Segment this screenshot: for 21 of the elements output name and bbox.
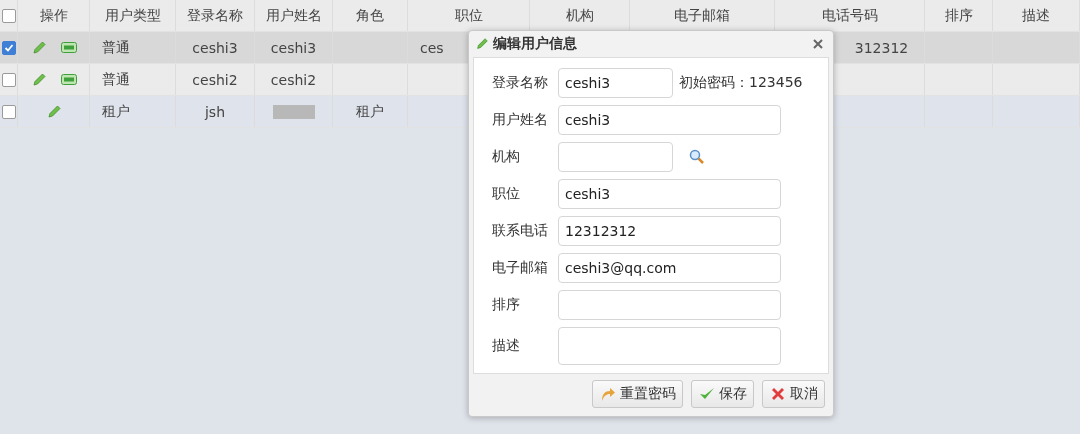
table-cell: ceshi3: [192, 39, 238, 56]
table-cell: jsh: [204, 103, 226, 120]
initial-password-text: 初始密码：123456: [679, 74, 803, 92]
table-cell: ces: [420, 39, 444, 56]
table-cell: 租户: [356, 102, 384, 121]
field-label: 排序: [492, 296, 521, 314]
table-cell: 租户: [102, 102, 130, 121]
field-label: 用户姓名: [492, 111, 549, 129]
table-cell: 普通: [102, 70, 130, 89]
table-cell: 普通: [102, 38, 130, 57]
table-cell: ceshi2: [270, 71, 317, 88]
field-label: 联系电话: [492, 222, 549, 240]
table-cell: ceshi3: [270, 39, 317, 56]
dialog-title: 编辑用户信息: [493, 35, 578, 53]
field-label: 机构: [492, 148, 521, 166]
table-cell: ceshi2: [192, 71, 238, 88]
field-label: 登录名称: [492, 74, 549, 92]
field-label: 职位: [492, 185, 521, 203]
field-label: 描述: [492, 337, 521, 355]
table-cell: 312312: [854, 39, 909, 56]
field-label: 电子邮箱: [492, 259, 549, 277]
